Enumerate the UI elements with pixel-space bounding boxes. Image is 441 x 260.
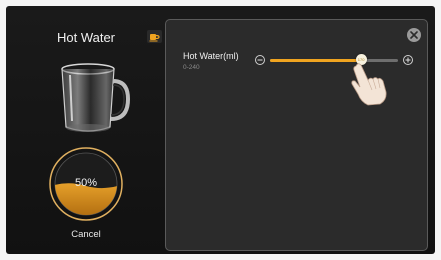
settings-popup: Hot Water(ml) 0-240 170 xyxy=(165,19,428,251)
cancel-button[interactable]: Cancel xyxy=(6,229,166,240)
parameter-label: Hot Water(ml) xyxy=(183,51,239,61)
slider-thumb-value: 170 xyxy=(357,57,365,62)
plus-icon xyxy=(405,57,411,63)
minus-icon xyxy=(257,59,263,61)
pointing-hand-icon xyxy=(351,63,387,106)
drink-title: Hot Water xyxy=(56,30,116,45)
progress-indicator[interactable] xyxy=(48,146,124,222)
left-panel: Hot Water 50% Cancel xyxy=(6,6,166,254)
increase-button[interactable] xyxy=(403,55,413,65)
screen: Hot Water 50% Cancel Hot Water(ml) 0-240… xyxy=(6,6,435,254)
glass-mug-icon xyxy=(61,63,130,132)
cup-icon xyxy=(149,33,160,41)
cup-tab-button[interactable] xyxy=(147,30,162,43)
slider-fill xyxy=(270,59,361,62)
decrease-button[interactable] xyxy=(255,55,265,65)
volume-slider[interactable]: 170 xyxy=(270,54,398,65)
close-button[interactable] xyxy=(407,28,421,42)
slider-thumb[interactable]: 170 xyxy=(355,54,367,65)
parameter-range: 0-240 xyxy=(183,64,200,71)
close-icon xyxy=(410,31,418,39)
